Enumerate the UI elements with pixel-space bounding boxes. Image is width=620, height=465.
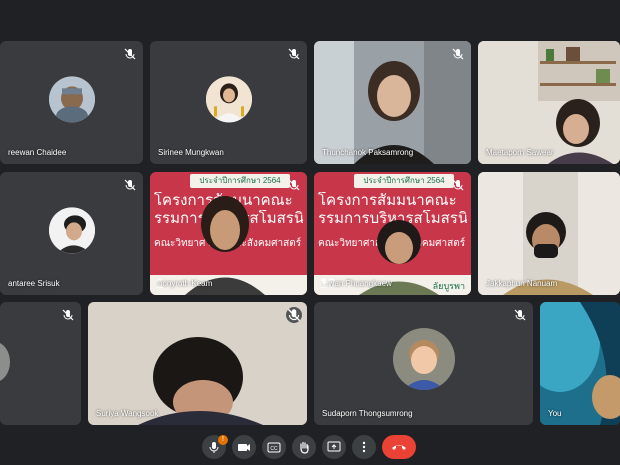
svg-text:CC: CC bbox=[270, 446, 278, 452]
participant-tile[interactable]: antaree Srisuk bbox=[0, 172, 143, 295]
participant-name: Sirinee Mungkwan bbox=[158, 148, 224, 157]
present-screen-icon bbox=[327, 441, 341, 452]
mic-off-icon bbox=[124, 179, 136, 191]
participant-name: You bbox=[548, 409, 562, 418]
participant-video bbox=[359, 220, 439, 295]
camera-icon bbox=[238, 444, 250, 451]
participant-video bbox=[185, 196, 265, 295]
participant-tile[interactable]: Jakkaphun Nanuam bbox=[478, 172, 620, 295]
mic-warning-badge: ! bbox=[218, 435, 228, 445]
raise-hand-icon bbox=[300, 441, 309, 454]
avatar bbox=[0, 342, 10, 382]
participant-name: nonyroth Keam bbox=[158, 279, 213, 288]
participant-video bbox=[88, 302, 307, 425]
camera-button[interactable] bbox=[232, 435, 256, 459]
participant-tile[interactable]: You bbox=[540, 302, 620, 425]
meeting-toolbar: ! CC bbox=[0, 430, 620, 465]
participant-tile[interactable]: Thunchanok Paksamrong bbox=[314, 41, 471, 164]
participant-tile[interactable]: Sirinee Mungkwan bbox=[150, 41, 307, 164]
avatar bbox=[392, 327, 455, 390]
participant-tile[interactable]: Sudaporn Thongsumrong bbox=[314, 302, 533, 425]
raise-hand-button[interactable] bbox=[292, 435, 316, 459]
mic-off-icon bbox=[124, 48, 136, 60]
avatar bbox=[48, 206, 95, 253]
participant-video bbox=[540, 302, 620, 425]
participant-name: Jakkaphun Nanuam bbox=[486, 279, 558, 288]
participant-tile[interactable] bbox=[0, 302, 81, 425]
avatar bbox=[205, 75, 252, 122]
mic-off-icon bbox=[288, 179, 300, 191]
participant-tile[interactable]: ประจำปีการศึกษา 2564 โครงการสัมมนาคณะ รร… bbox=[314, 172, 471, 295]
captions-icon: CC bbox=[267, 442, 281, 453]
mic-off-icon bbox=[514, 309, 526, 321]
mic-off-icon bbox=[452, 179, 464, 191]
participant-name: antaree Srisuk bbox=[8, 279, 60, 288]
more-options-button[interactable] bbox=[352, 435, 376, 459]
participant-name: ...wan Phuangkaew bbox=[322, 279, 392, 288]
hang-up-icon bbox=[392, 445, 406, 450]
participant-video bbox=[478, 41, 620, 164]
participant-name: Suriya Wangsook bbox=[96, 409, 159, 418]
participant-video bbox=[478, 172, 620, 295]
participant-name: Maetaporn Sawear bbox=[486, 148, 554, 157]
participant-tile[interactable]: Maetaporn Sawear bbox=[478, 41, 620, 164]
participant-tile[interactable]: Suriya Wangsook bbox=[88, 302, 307, 425]
more-vert-icon bbox=[362, 441, 366, 453]
mic-off-icon bbox=[62, 309, 74, 321]
participant-name: reewan Chaidee bbox=[8, 148, 67, 157]
present-button[interactable] bbox=[322, 435, 346, 459]
participant-tile[interactable]: ประจำปีการศึกษา 2564 โครงการสัมมนาคณะ รร… bbox=[150, 172, 307, 295]
participant-video bbox=[314, 41, 471, 164]
participant-name: Sudaporn Thongsumrong bbox=[322, 409, 413, 418]
leave-call-button[interactable] bbox=[382, 435, 416, 459]
avatar bbox=[48, 75, 95, 122]
mic-off-icon bbox=[452, 48, 464, 60]
participant-name: Thunchanok Paksamrong bbox=[322, 148, 414, 157]
participant-tile[interactable]: reewan Chaidee bbox=[0, 41, 143, 164]
mic-off-icon bbox=[288, 48, 300, 60]
mic-off-icon bbox=[286, 307, 302, 323]
captions-button[interactable]: CC bbox=[262, 435, 286, 459]
